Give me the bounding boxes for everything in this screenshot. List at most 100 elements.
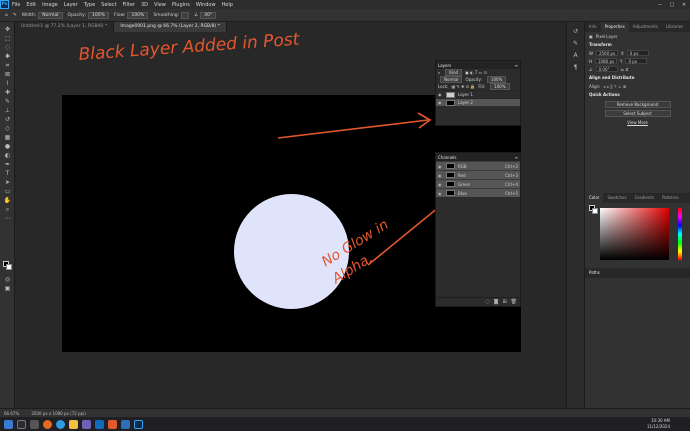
- move-tool-icon[interactable]: ✥: [3, 26, 12, 33]
- home-icon[interactable]: ⌂: [5, 13, 8, 18]
- menu-3d[interactable]: 3D: [138, 2, 151, 8]
- menu-layer[interactable]: Layer: [61, 2, 81, 8]
- menu-edit[interactable]: Edit: [23, 2, 39, 8]
- menu-image[interactable]: Image: [39, 2, 61, 8]
- fill-field[interactable]: 100%: [490, 83, 510, 90]
- blender-icon[interactable]: [108, 419, 117, 429]
- load-selection-icon[interactable]: ◌: [485, 299, 489, 305]
- eraser-tool-icon[interactable]: ◇: [3, 125, 12, 132]
- smoothing-field[interactable]: [181, 11, 190, 19]
- minimize-icon[interactable]: ─: [654, 0, 666, 9]
- visibility-eye-icon[interactable]: ◉: [438, 173, 443, 178]
- quick-mask-icon[interactable]: ◎: [3, 276, 12, 283]
- tab-color[interactable]: Color: [585, 193, 604, 203]
- layer-opacity-field[interactable]: 100%: [486, 76, 507, 83]
- maximize-icon[interactable]: □: [666, 0, 678, 9]
- view-more-link[interactable]: View More: [585, 119, 690, 126]
- mode-dropdown[interactable]: Normal: [38, 11, 63, 19]
- remove-background-button[interactable]: Remove Background: [604, 101, 671, 108]
- taskbar-search-icon[interactable]: [17, 419, 26, 429]
- menu-window[interactable]: Window: [193, 2, 219, 8]
- windows-start-icon[interactable]: [4, 419, 13, 429]
- brush-tool-icon[interactable]: ✎: [13, 13, 17, 18]
- close-icon[interactable]: ✕: [678, 0, 690, 9]
- height-field[interactable]: 1080 px: [595, 58, 618, 64]
- gradient-tool-icon[interactable]: ▦: [3, 134, 12, 141]
- tab-swatches[interactable]: Swatches: [603, 193, 630, 203]
- channel-row-rgb[interactable]: ◉ RGB Ctrl+2: [436, 161, 520, 170]
- healing-brush-icon[interactable]: ✚: [3, 89, 12, 96]
- outlook-icon[interactable]: [95, 419, 104, 429]
- kind-filter-dropdown[interactable]: Kind: [445, 69, 463, 76]
- tab-info[interactable]: Info: [585, 22, 601, 32]
- hue-slider[interactable]: [678, 208, 682, 260]
- tab-libraries[interactable]: Libraries: [662, 22, 687, 32]
- paragraph-icon[interactable]: ¶: [571, 64, 580, 72]
- zoom-level[interactable]: 66.67%: [4, 411, 19, 416]
- visibility-eye-icon[interactable]: ◉: [438, 164, 443, 169]
- menu-type[interactable]: Type: [81, 2, 98, 8]
- firefox-icon[interactable]: [43, 419, 52, 429]
- flow-field[interactable]: 100%: [127, 11, 149, 19]
- channel-row-green[interactable]: ◉ Green Ctrl+4: [436, 179, 520, 188]
- path-select-icon[interactable]: ➤: [3, 179, 12, 186]
- more-tools-icon[interactable]: ⋯: [3, 215, 12, 222]
- new-channel-icon[interactable]: ⊞: [502, 299, 506, 305]
- brush-tool-icon-side[interactable]: ✎: [3, 98, 12, 105]
- visibility-eye-icon[interactable]: ◉: [438, 191, 443, 196]
- menu-filter[interactable]: Filter: [120, 2, 138, 8]
- clone-stamp-icon[interactable]: ⊥: [3, 107, 12, 114]
- tab-properties[interactable]: Properties: [600, 22, 629, 32]
- brush-settings-icon[interactable]: ✎: [571, 40, 580, 48]
- transform-section-title[interactable]: Transform: [585, 40, 690, 49]
- channel-row-red[interactable]: ◉ Red Ctrl+3: [436, 170, 520, 179]
- quick-select-tool-icon[interactable]: ✱: [3, 53, 12, 60]
- lasso-tool-icon[interactable]: ◌: [3, 44, 12, 51]
- file-explorer-icon[interactable]: [69, 419, 78, 429]
- quick-actions-title[interactable]: Quick Actions: [585, 90, 690, 99]
- system-clock[interactable]: 10:30 AM 11/12/2024: [647, 418, 670, 430]
- angle-field[interactable]: 40°: [200, 11, 217, 19]
- rectangle-tool-icon[interactable]: ▭: [3, 188, 12, 195]
- color-picker-field[interactable]: [600, 208, 669, 260]
- layer-row-layer-2[interactable]: ◉ Layer 2: [436, 98, 520, 106]
- history-icon[interactable]: ↺: [571, 28, 580, 36]
- x-field[interactable]: 0 px: [626, 50, 649, 56]
- crop-tool-icon[interactable]: ⌗: [3, 62, 12, 69]
- type-tool-icon[interactable]: T: [3, 170, 12, 177]
- align-icons[interactable]: ⫷ ⫸ ⫼ ⊤ ⊥ ⊞: [603, 84, 626, 89]
- taskbar-widgets-icon[interactable]: [30, 419, 39, 429]
- flip-icons[interactable]: ⇋ ⇵: [621, 67, 629, 72]
- menu-select[interactable]: Select: [98, 2, 119, 8]
- opacity-field[interactable]: 100%: [88, 11, 109, 19]
- visibility-eye-icon[interactable]: ◉: [438, 92, 443, 97]
- panel-menu-icon[interactable]: ≡: [515, 63, 518, 68]
- menu-plugins[interactable]: Plugins: [169, 2, 193, 8]
- width-field[interactable]: 2500 px: [595, 50, 618, 56]
- menu-help[interactable]: Help: [219, 2, 236, 8]
- tab-untitled-1[interactable]: Untitled-1 @ 77.2% (Layer 1, RGB/8) *: [15, 22, 115, 32]
- layers-panel-title[interactable]: Layers: [438, 63, 451, 68]
- menu-file[interactable]: File: [9, 2, 23, 8]
- tab-gradients[interactable]: Gradients: [631, 193, 659, 203]
- background-color-chip[interactable]: [592, 208, 598, 214]
- marquee-tool-icon[interactable]: ⬚: [3, 35, 12, 42]
- save-selection-icon[interactable]: ◙: [494, 299, 499, 305]
- lock-icons[interactable]: ▦ ✎ ✥ ⊡ 🔒: [451, 84, 475, 89]
- channel-row-blue[interactable]: ◉ Blue Ctrl+5: [436, 188, 520, 197]
- frame-tool-icon[interactable]: ⊠: [3, 71, 12, 78]
- blend-mode-dropdown[interactable]: Normal: [440, 76, 463, 83]
- angle-field-props[interactable]: 0.00°: [595, 66, 618, 72]
- tab-patterns[interactable]: Patterns: [658, 193, 682, 203]
- visibility-eye-icon[interactable]: ◉: [438, 182, 443, 187]
- menu-view[interactable]: View: [151, 2, 169, 8]
- tab-image0001[interactable]: Image0001.png @ 66.7% (Layer 2, RGB/8) *: [114, 22, 227, 32]
- visibility-eye-icon[interactable]: ◉: [438, 100, 443, 105]
- teams-icon[interactable]: [82, 419, 91, 429]
- browser-icon[interactable]: [56, 419, 65, 429]
- select-subject-button[interactable]: Select Subject: [604, 110, 671, 117]
- y-field[interactable]: 0 px: [625, 58, 648, 64]
- background-color-swatch[interactable]: [6, 264, 12, 270]
- channels-panel-title[interactable]: Channels: [438, 155, 457, 160]
- delete-channel-icon[interactable]: 🗑: [511, 299, 517, 305]
